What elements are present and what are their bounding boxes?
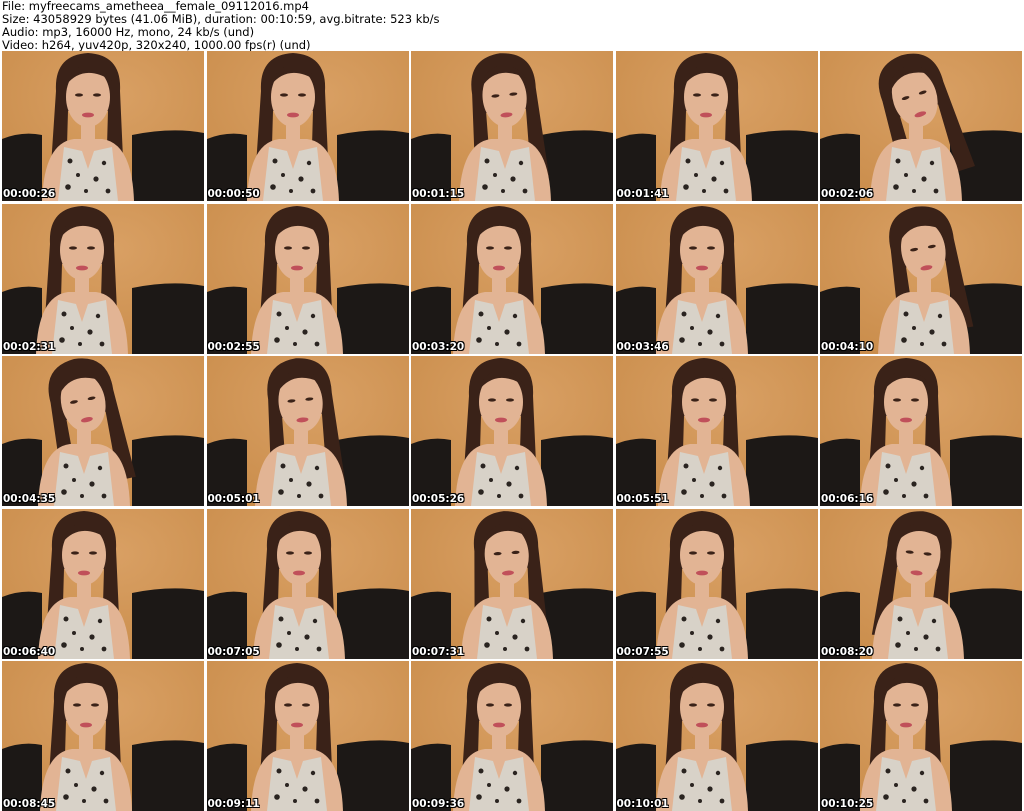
frame-timestamp: 00:08:20 xyxy=(821,645,874,658)
video-frame-thumbnail[interactable]: 00:09:11 xyxy=(206,661,409,811)
frame-image xyxy=(820,203,1022,354)
frame-image xyxy=(206,661,409,811)
frame-image xyxy=(2,203,204,354)
frame-timestamp: 00:09:11 xyxy=(207,798,260,810)
frame-timestamp: 00:02:31 xyxy=(3,340,56,353)
video-frame-thumbnail[interactable]: 00:02:06 xyxy=(820,51,1022,201)
frame-timestamp: 00:09:36 xyxy=(412,798,465,810)
frame-image xyxy=(615,508,818,659)
frame-image xyxy=(206,356,409,506)
video-frame-thumbnail[interactable]: 00:05:26 xyxy=(411,356,613,506)
video-frame-thumbnail[interactable]: 00:10:25 xyxy=(820,661,1022,811)
frame-image xyxy=(2,661,204,811)
video-frame-thumbnail[interactable]: 00:01:15 xyxy=(411,51,613,201)
video-frame-thumbnail[interactable]: 00:03:20 xyxy=(411,203,613,354)
video-frame-thumbnail[interactable]: 00:07:55 xyxy=(615,508,818,659)
frame-timestamp: 00:01:41 xyxy=(616,188,669,200)
frame-timestamp: 00:07:05 xyxy=(207,645,260,658)
frame-image xyxy=(615,661,818,811)
video-frame-thumbnail[interactable]: 00:08:20 xyxy=(820,508,1022,659)
video-frame-thumbnail[interactable]: 00:00:50 xyxy=(206,51,409,201)
frame-timestamp: 00:05:01 xyxy=(207,493,260,505)
video-frame-thumbnail[interactable]: 00:02:31 xyxy=(2,203,204,354)
video-frame-thumbnail[interactable]: 00:05:51 xyxy=(615,356,818,506)
frame-timestamp: 00:07:31 xyxy=(412,645,465,658)
thumbnail-grid: 00:00:26 00:00:50 00:01:15 00:01:41 00:02:06… xyxy=(2,51,1022,811)
frame-timestamp: 00:01:15 xyxy=(412,188,465,200)
frame-image xyxy=(2,508,204,659)
frame-image xyxy=(820,356,1022,506)
frame-image xyxy=(411,203,613,354)
video-frame-thumbnail[interactable]: 00:04:10 xyxy=(820,203,1022,354)
frame-image xyxy=(615,51,818,201)
frame-image xyxy=(820,508,1022,659)
frame-image xyxy=(411,51,613,201)
video-frame-thumbnail[interactable]: 00:01:41 xyxy=(615,51,818,201)
frame-image xyxy=(206,203,409,354)
video-frame-thumbnail[interactable]: 00:10:01 xyxy=(615,661,818,811)
frame-timestamp: 00:04:35 xyxy=(3,493,56,505)
frame-timestamp: 00:06:40 xyxy=(3,645,56,658)
video-frame-thumbnail[interactable]: 00:05:01 xyxy=(206,356,409,506)
video-frame-thumbnail[interactable]: 00:07:05 xyxy=(206,508,409,659)
video-frame-thumbnail[interactable]: 00:06:16 xyxy=(820,356,1022,506)
frame-image xyxy=(2,51,204,201)
video-frame-thumbnail[interactable]: 00:09:36 xyxy=(411,661,613,811)
frame-image xyxy=(411,356,613,506)
frame-timestamp: 00:10:25 xyxy=(821,798,874,810)
frame-image xyxy=(2,356,204,506)
video-frame-thumbnail[interactable]: 00:04:35 xyxy=(2,356,204,506)
frame-image xyxy=(411,508,613,659)
file-info-header: File: myfreecams_ametheea__female_091120… xyxy=(2,0,1022,52)
frame-timestamp: 00:03:20 xyxy=(412,340,465,353)
frame-timestamp: 00:05:26 xyxy=(412,493,465,505)
frame-timestamp: 00:08:45 xyxy=(3,798,56,810)
frame-image xyxy=(411,661,613,811)
frame-timestamp: 00:07:55 xyxy=(616,645,669,658)
frame-image xyxy=(820,661,1022,811)
frame-image xyxy=(206,508,409,659)
video-frame-thumbnail[interactable]: 00:00:26 xyxy=(2,51,204,201)
frame-image xyxy=(615,203,818,354)
frame-timestamp: 00:03:46 xyxy=(616,340,669,353)
video-frame-thumbnail[interactable]: 00:03:46 xyxy=(615,203,818,354)
frame-timestamp: 00:00:26 xyxy=(3,188,56,200)
video-frame-thumbnail[interactable]: 00:02:55 xyxy=(206,203,409,354)
video-frame-thumbnail[interactable]: 00:07:31 xyxy=(411,508,613,659)
frame-image xyxy=(206,51,409,201)
frame-timestamp: 00:02:55 xyxy=(207,340,260,353)
frame-timestamp: 00:04:10 xyxy=(821,340,874,353)
video-frame-thumbnail[interactable]: 00:08:45 xyxy=(2,661,204,811)
frame-image xyxy=(615,356,818,506)
frame-timestamp: 00:00:50 xyxy=(207,188,260,200)
frame-image xyxy=(820,51,1022,201)
frame-timestamp: 00:06:16 xyxy=(821,493,874,505)
frame-timestamp: 00:02:06 xyxy=(821,188,874,200)
frame-timestamp: 00:05:51 xyxy=(616,493,669,505)
frame-timestamp: 00:10:01 xyxy=(616,798,669,810)
video-frame-thumbnail[interactable]: 00:06:40 xyxy=(2,508,204,659)
